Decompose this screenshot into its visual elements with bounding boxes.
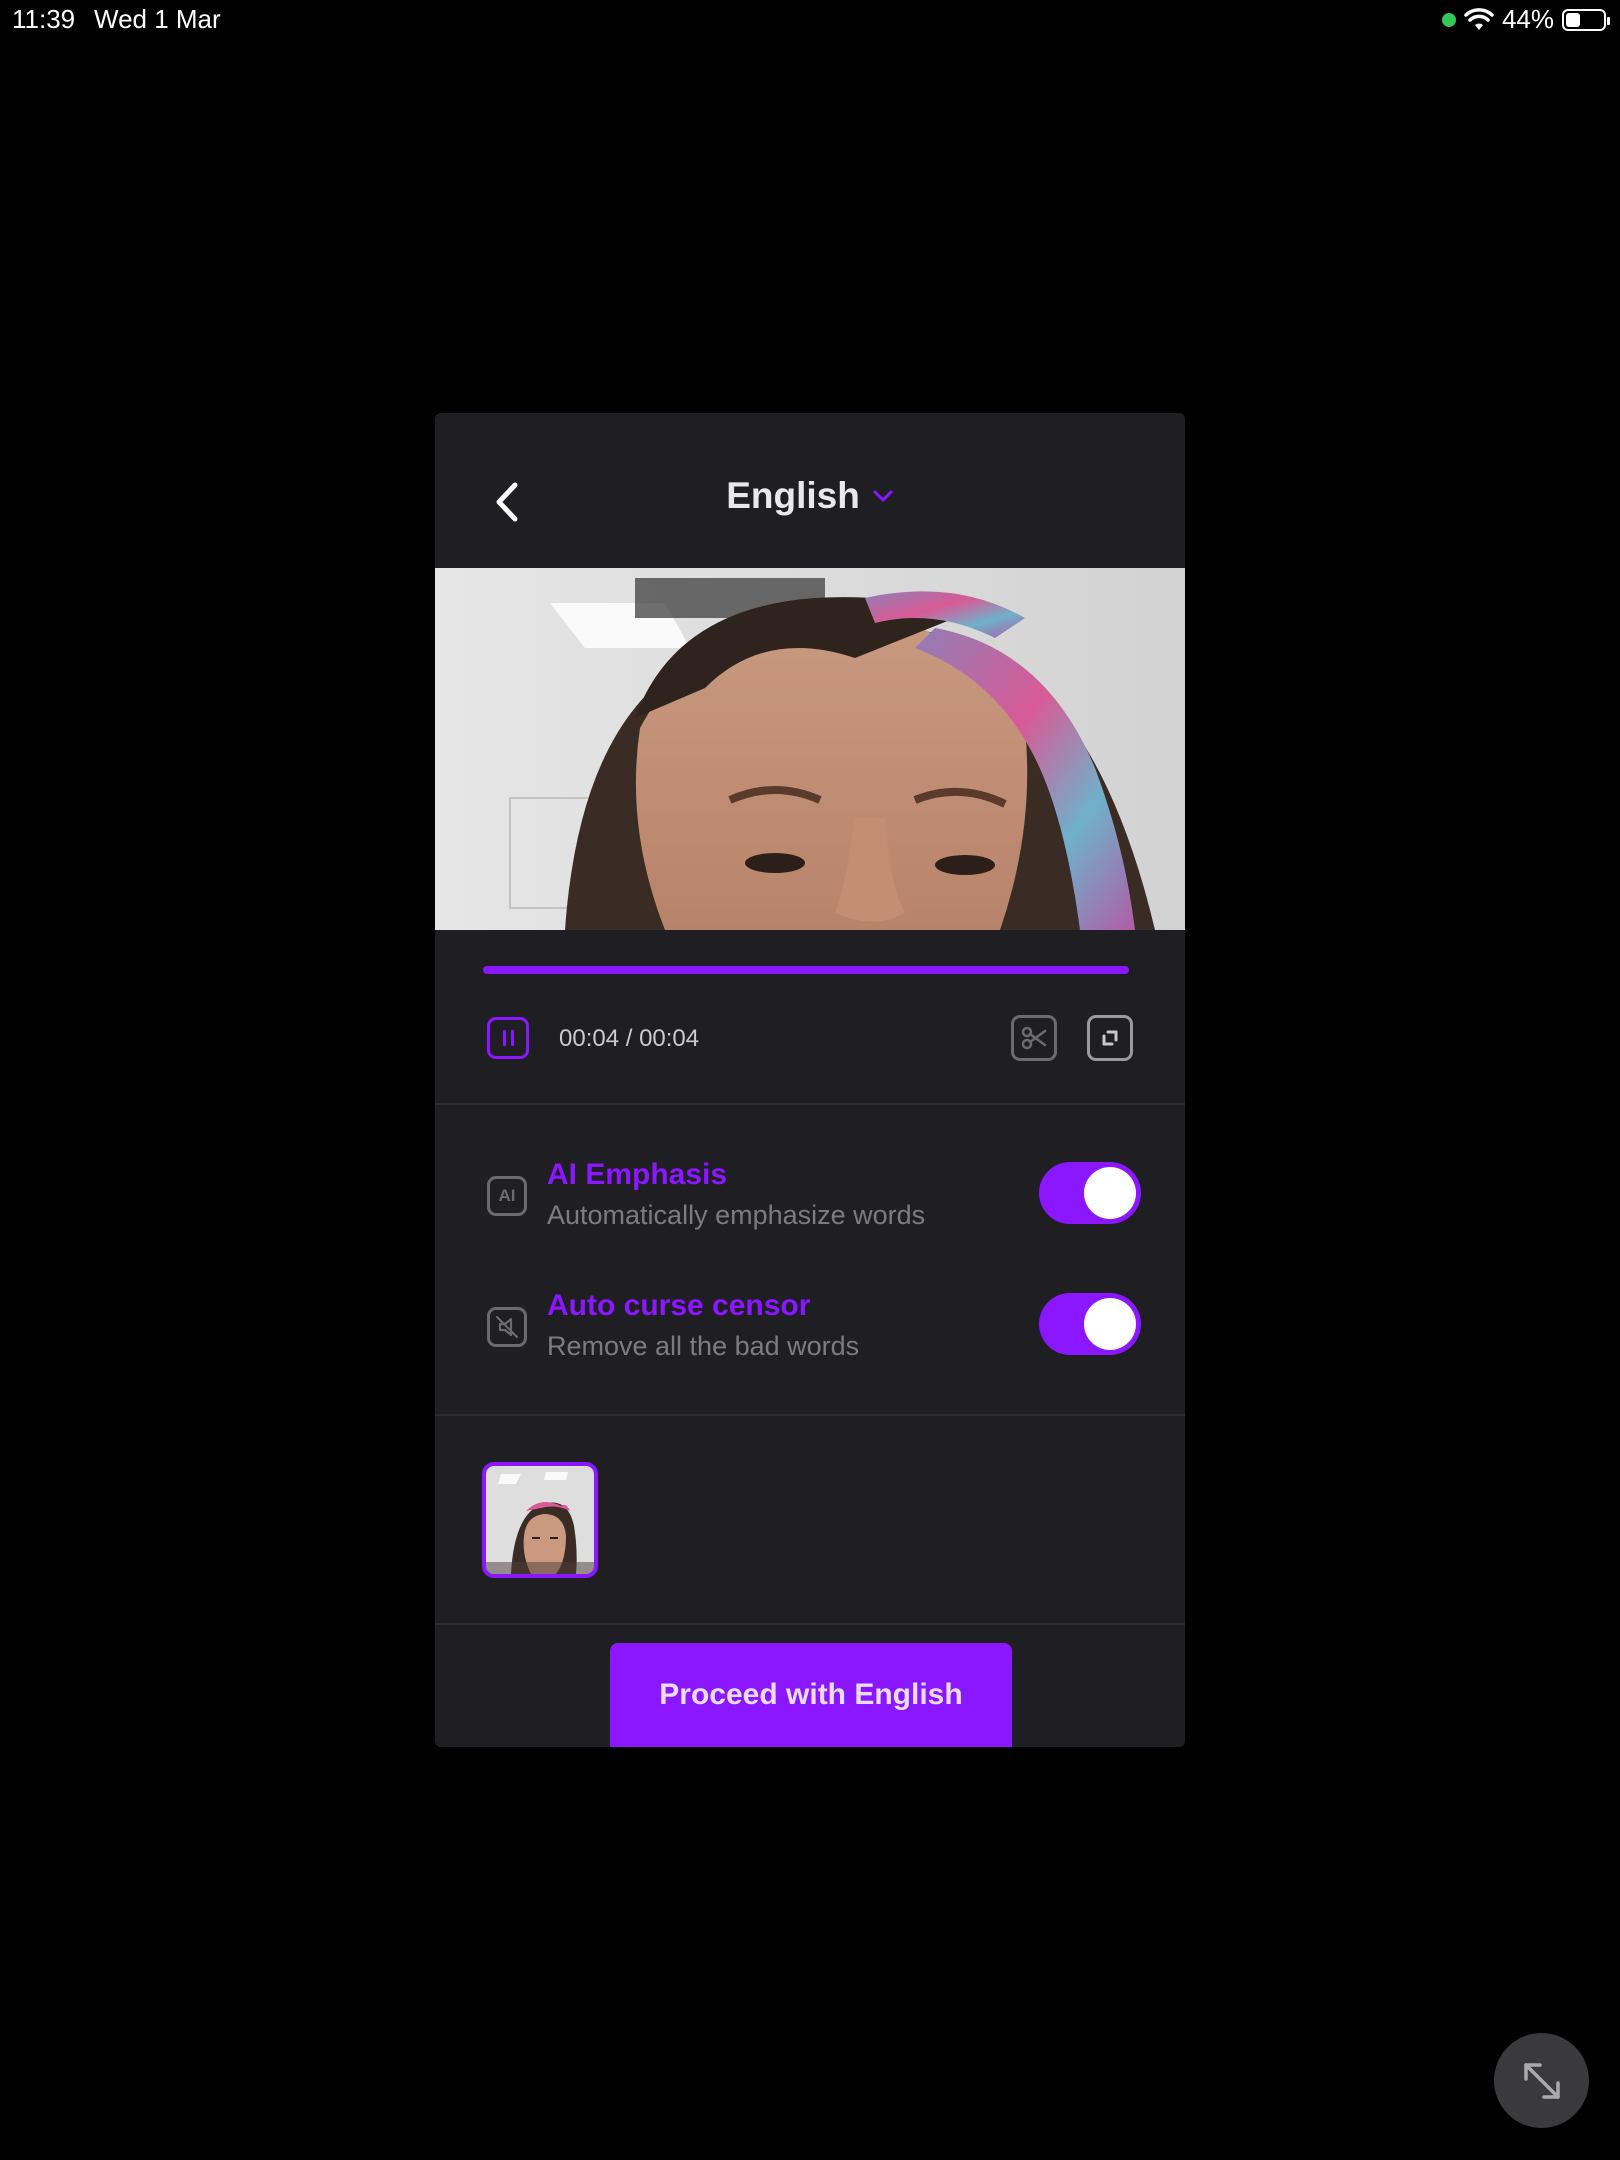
pause-icon [502, 1030, 506, 1046]
battery-level [1566, 12, 1580, 27]
battery-percent: 44% [1501, 4, 1554, 34]
option-title: AI Emphasis [547, 1158, 728, 1191]
clip-thumbnail[interactable] [482, 1462, 598, 1578]
chevron-down-icon [873, 490, 893, 502]
speaker-off-icon [495, 1315, 519, 1339]
toggle-knob [1084, 1167, 1136, 1219]
trim-button[interactable] [1011, 1015, 1057, 1061]
video-frame [435, 568, 1185, 930]
option-subtitle: Remove all the bad words [547, 1331, 860, 1361]
mute-speaker-icon [487, 1307, 527, 1347]
status-date: Wed 1 Mar [94, 4, 221, 34]
proceed-button[interactable]: Proceed with English [610, 1643, 1012, 1747]
divider [435, 1623, 1185, 1625]
video-preview[interactable] [435, 568, 1185, 930]
status-time: 11:39 [12, 4, 76, 34]
status-indicators: 44% [1441, 4, 1610, 35]
language-panel: English 00:04 / 00:04 AI AI Emphasis Aut… [435, 413, 1185, 1747]
ai-emphasis-toggle[interactable] [1039, 1162, 1141, 1224]
battery-icon [1562, 8, 1610, 31]
resize-window-button[interactable] [1494, 2033, 1589, 2128]
ai-icon: AI [487, 1176, 527, 1216]
panel-header: English [435, 413, 1185, 568]
pause-button[interactable] [487, 1017, 529, 1059]
divider [435, 1414, 1185, 1416]
fullscreen-button[interactable] [1087, 1015, 1133, 1061]
option-curse-censor: Auto curse censor Remove all the bad wor… [435, 1289, 1185, 1369]
pause-icon-bar [510, 1030, 514, 1046]
language-dropdown[interactable]: English [435, 475, 1185, 517]
scissors-icon [1021, 1026, 1047, 1050]
playback-time: 00:04 / 00:04 [559, 1025, 700, 1052]
player-controls: 00:04 / 00:04 [435, 1013, 1185, 1075]
camera-in-use-dot-icon [1441, 12, 1456, 27]
playback-progress[interactable] [483, 966, 1129, 974]
battery-cap [1607, 16, 1610, 25]
option-title: Auto curse censor [547, 1289, 811, 1322]
toggle-knob [1084, 1298, 1136, 1350]
arrows-diagonal-icon [1523, 2062, 1560, 2099]
thumbnail-image [486, 1466, 594, 1574]
status-bar: 11:39 Wed 1 Mar 44% [0, 0, 1620, 40]
option-subtitle: Automatically emphasize words [547, 1200, 926, 1230]
curse-censor-toggle[interactable] [1039, 1293, 1141, 1355]
playback-progress-fill [483, 966, 1129, 974]
divider [435, 1103, 1185, 1105]
wifi-icon [1464, 7, 1494, 30]
option-ai-emphasis: AI AI Emphasis Automatically emphasize w… [435, 1158, 1185, 1238]
language-title: English [726, 475, 860, 516]
expand-icon [1102, 1030, 1118, 1046]
